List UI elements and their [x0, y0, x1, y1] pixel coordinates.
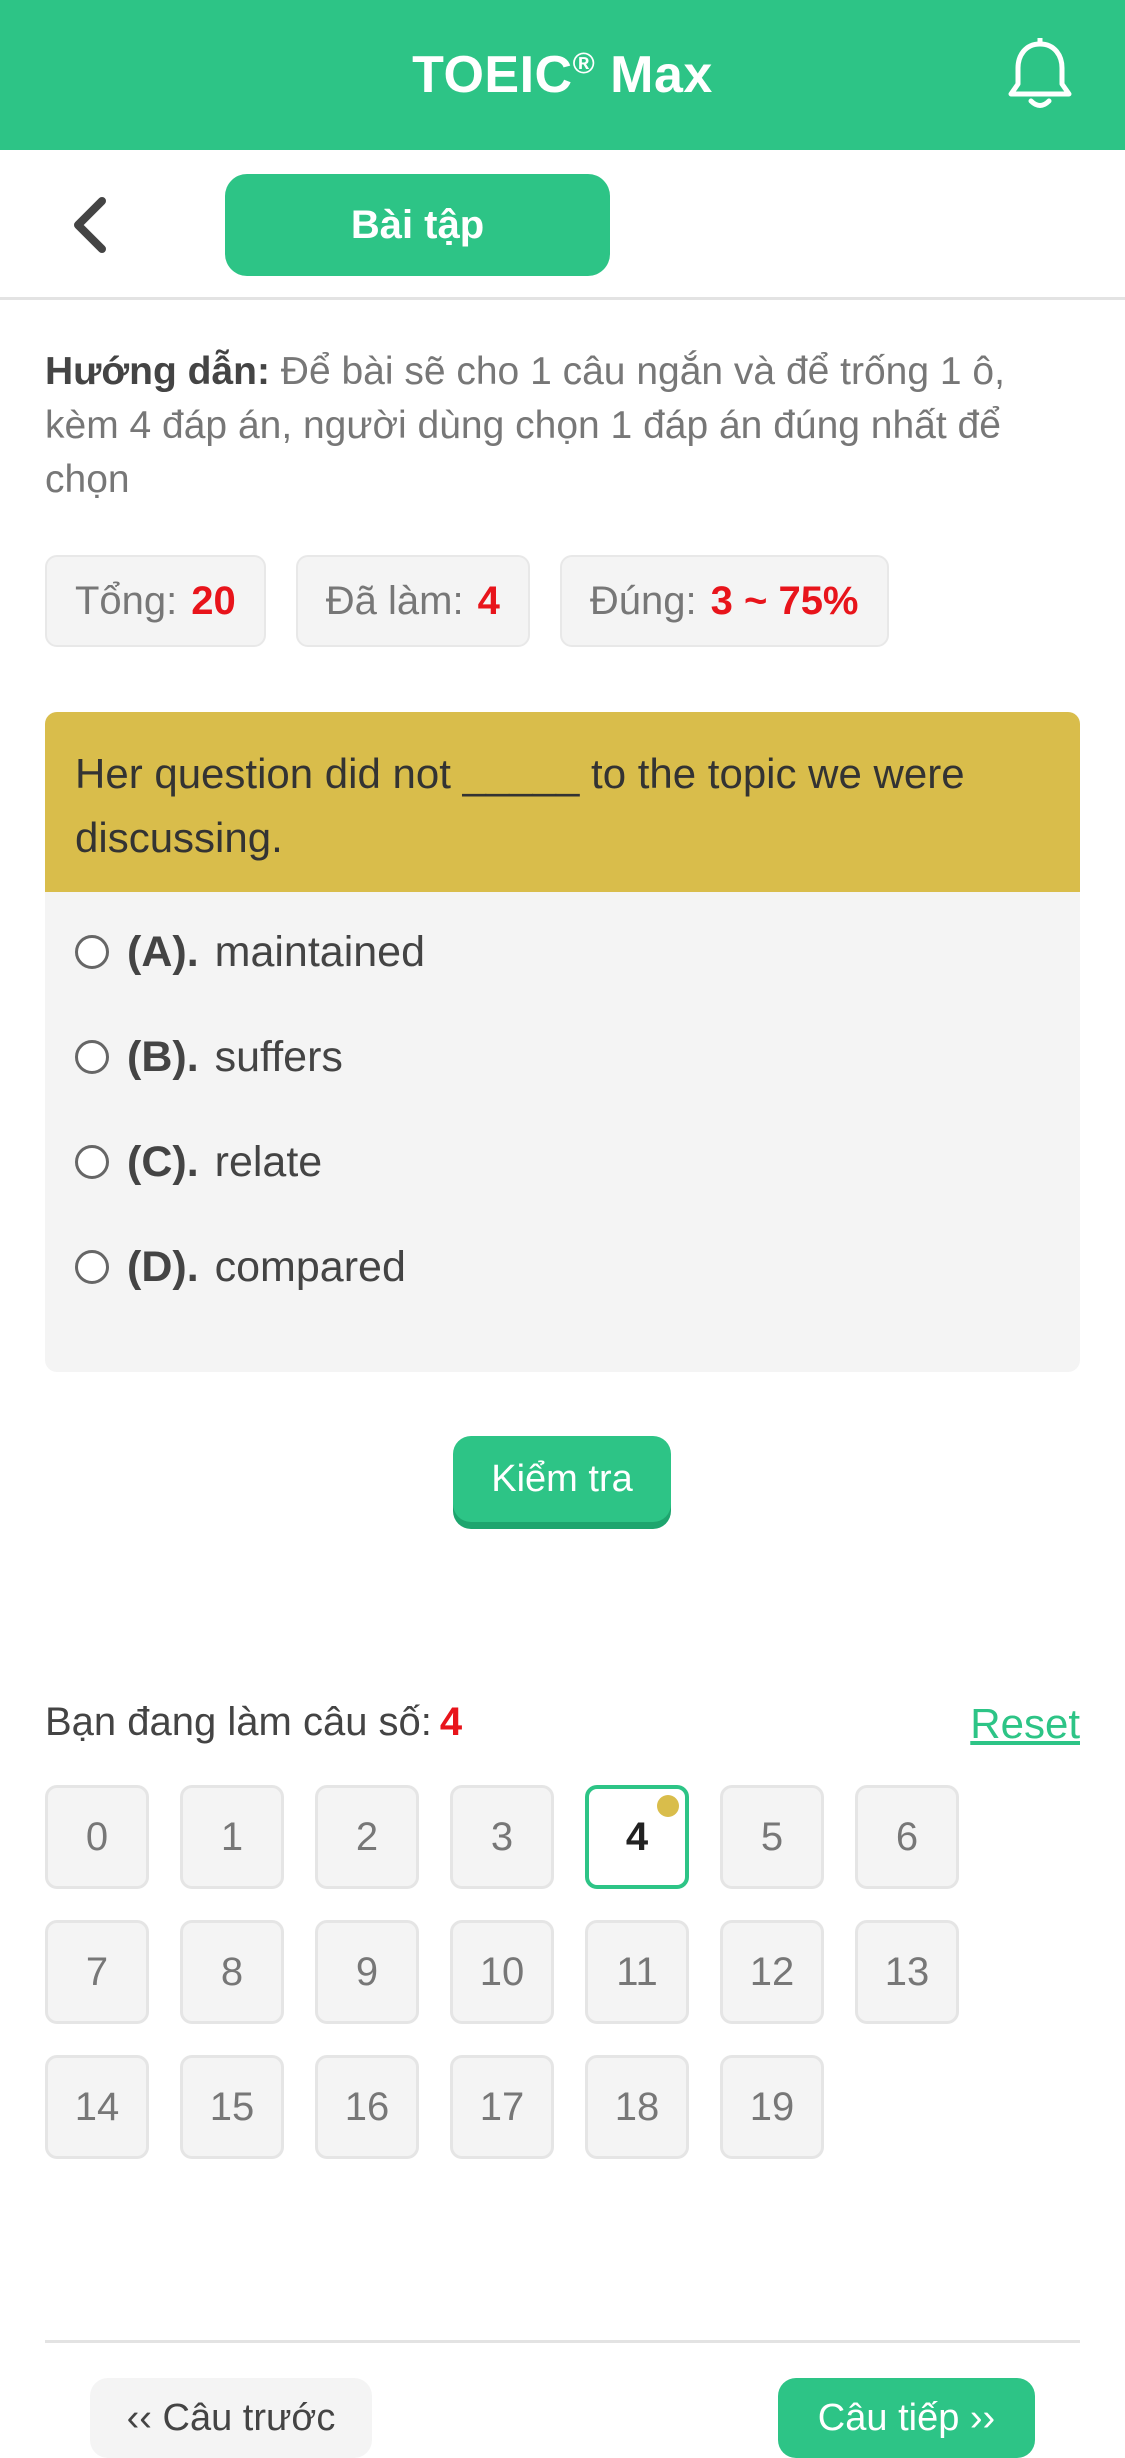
question-number-button[interactable]: 8: [180, 1920, 284, 2024]
question-text: Her question did not _____ to the topic …: [45, 712, 1080, 892]
current-marker-dot: [657, 1795, 679, 1817]
stat-correct: Đúng: 3 ~ 75%: [559, 555, 889, 647]
question-number-button[interactable]: 1: [180, 1785, 284, 1889]
question-number-button[interactable]: 10: [450, 1920, 554, 2024]
question-number-label: 4: [625, 1814, 649, 1859]
radio-button[interactable]: [75, 1040, 109, 1074]
check-button[interactable]: Kiểm tra: [453, 1436, 671, 1522]
option-c[interactable]: (C). relate: [75, 1127, 322, 1197]
radio-button[interactable]: [75, 1250, 109, 1284]
question-number-button[interactable]: 16: [315, 2055, 419, 2159]
question-number-button[interactable]: 12: [720, 1920, 824, 2024]
next-question-button[interactable]: Câu tiếp ››: [778, 2378, 1035, 2458]
previous-question-button[interactable]: ‹‹ Câu trước: [90, 2378, 372, 2458]
current-question-label: Bạn đang làm câu số: 4: [45, 1700, 463, 1744]
option-d[interactable]: (D). compared: [75, 1232, 406, 1302]
reset-link[interactable]: Reset: [970, 1700, 1080, 1748]
divider: [45, 2340, 1080, 2343]
app-header: TOEIC® Max: [0, 0, 1125, 150]
question-card: Her question did not _____ to the topic …: [45, 712, 1080, 1372]
option-a[interactable]: (A). maintained: [75, 917, 425, 987]
question-number-button[interactable]: 19: [720, 2055, 824, 2159]
question-number-button[interactable]: 9: [315, 1920, 419, 2024]
question-number-button[interactable]: 18: [585, 2055, 689, 2159]
question-number-button[interactable]: 3: [450, 1785, 554, 1889]
radio-button[interactable]: [75, 935, 109, 969]
stat-done: Đã làm: 4: [295, 555, 530, 647]
instructions: Hướng dẫn: Để bài sẽ cho 1 câu ngắn và đ…: [45, 345, 1080, 507]
question-number-button[interactable]: 7: [45, 1920, 149, 2024]
stats-bar: Tổng: 20 Đã làm: 4 Đúng: 3 ~ 75%: [45, 555, 889, 647]
question-number-button[interactable]: 13: [855, 1920, 959, 2024]
tab-exercises[interactable]: Bài tập: [225, 174, 610, 276]
question-number-button[interactable]: 14: [45, 2055, 149, 2159]
question-number-button[interactable]: 5: [720, 1785, 824, 1889]
back-button[interactable]: [55, 190, 125, 260]
option-b[interactable]: (B). suffers: [75, 1022, 343, 1092]
question-number-button[interactable]: 0: [45, 1785, 149, 1889]
radio-button[interactable]: [75, 1145, 109, 1179]
app-title: TOEIC® Max: [412, 46, 713, 104]
question-number-button[interactable]: 15: [180, 2055, 284, 2159]
instructions-label: Hướng dẫn:: [45, 350, 270, 393]
question-number-button[interactable]: 4: [585, 1785, 689, 1889]
subheader: Bài tập: [0, 150, 1125, 300]
question-number-button[interactable]: 2: [315, 1785, 419, 1889]
stat-total: Tổng: 20: [45, 555, 266, 647]
chevron-left-icon: [74, 197, 106, 253]
bell-icon[interactable]: [1005, 35, 1075, 113]
question-number-button[interactable]: 6: [855, 1785, 959, 1889]
question-number-button[interactable]: 17: [450, 2055, 554, 2159]
question-number-button[interactable]: 11: [585, 1920, 689, 2024]
